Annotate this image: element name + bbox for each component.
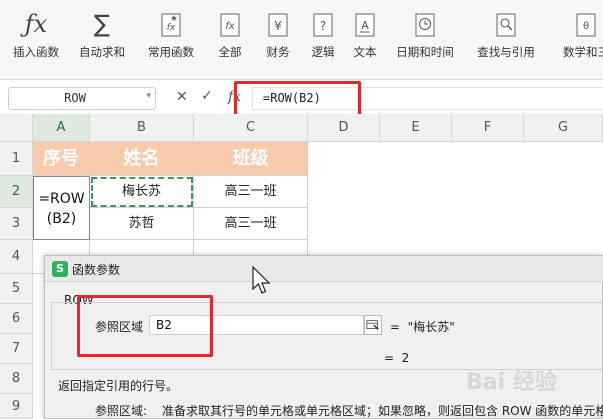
param-description: 准备求取其行号的单元格或单元格区域；如果忽略，则返回包含 ROW 函数的单元格 (162, 404, 603, 418)
ribbon-label: 数学和三 (563, 45, 603, 59)
header-cell-class[interactable]: 班级 (194, 142, 308, 176)
mouse-cursor-icon (252, 266, 271, 294)
text-functions-button[interactable]: A 文本 (342, 6, 388, 76)
date-time-button[interactable]: 日期和时间 (390, 6, 460, 76)
row-header-1[interactable]: 1 (0, 142, 33, 176)
row-header-9[interactable]: 9 (0, 394, 33, 419)
row-header-3[interactable]: 3 (0, 208, 33, 240)
fx-book-icon: fx (220, 13, 240, 37)
svg-text:?: ? (320, 19, 326, 33)
column-header-f[interactable]: F (452, 114, 524, 142)
header-cell-name[interactable]: 姓名 (90, 142, 194, 176)
param-desc-label: 参照区域: (95, 404, 148, 418)
fx-icon: ƒx (24, 10, 48, 38)
chevron-down-icon[interactable]: ▾ (146, 91, 151, 101)
svg-text:A: A (361, 19, 369, 32)
column-header-c[interactable]: C (194, 114, 308, 142)
autosum-button[interactable]: ∑ 自动求和 (70, 6, 134, 76)
svg-text:θ: θ (583, 21, 589, 32)
svg-text:¥: ¥ (274, 19, 282, 33)
row-header-5[interactable]: 5 (0, 274, 33, 304)
spreadsheet-window: ƒx 插入函数 ∑ 自动求和 fx 常用函数 fx 全部 ¥ 财务 ? 逻辑 A… (0, 0, 603, 419)
search-ref-icon (496, 13, 516, 37)
ribbon-label: 全部 (218, 45, 242, 59)
range-picker-button[interactable] (364, 315, 382, 335)
name-box-value: ROW (64, 91, 86, 105)
row-header-7[interactable]: 7 (0, 334, 33, 364)
cell-c2[interactable]: 高三一班 (194, 176, 308, 208)
lookup-reference-button[interactable]: 查找与引用 (470, 6, 542, 76)
clock-icon (415, 13, 435, 37)
row-header-2[interactable]: 2 (0, 176, 33, 208)
ribbon-label: 财务 (266, 45, 290, 59)
currency-icon: ¥ (268, 13, 288, 37)
cancel-icon[interactable]: ✕ (176, 89, 188, 105)
insert-function-button[interactable]: ƒx 插入函数 (8, 6, 64, 76)
logical-button[interactable]: ? 逻辑 (300, 6, 346, 76)
math-trig-button[interactable]: θ 数学和三 (552, 6, 603, 76)
name-box[interactable]: ROW ▾ (8, 87, 156, 110)
confirm-check-icon[interactable]: ✓ (201, 88, 213, 104)
reference-marquee (91, 177, 193, 207)
function-description: 返回指定引用的行号。 (58, 379, 179, 393)
active-cell-a2[interactable]: =ROW (B2) (33, 176, 90, 240)
watermark: Bai 经验 (466, 370, 557, 395)
ribbon-label: 自动求和 (79, 45, 125, 59)
param-result: = "梅长苏" (390, 320, 455, 334)
dialog-titlebar[interactable]: S 函数参数 (45, 256, 603, 282)
app-logo-icon: S (52, 261, 68, 277)
cell-c3[interactable]: 高三一班 (194, 208, 308, 240)
ribbon-label: 文本 (353, 45, 377, 59)
sigma-icon: ∑ (93, 10, 111, 38)
column-header-g[interactable]: G (524, 114, 603, 142)
cell-formula-line2: (B2) (46, 211, 77, 227)
column-header-b[interactable]: B (90, 114, 194, 142)
cell-formula-line1: =ROW (38, 191, 85, 207)
column-header-e[interactable]: E (380, 114, 452, 142)
range-select-icon (366, 320, 379, 330)
svg-text:fx: fx (167, 23, 176, 33)
ribbon-label: 插入函数 (13, 45, 59, 59)
ribbon-label: 查找与引用 (477, 45, 535, 59)
row-header-8[interactable]: 8 (0, 364, 33, 394)
ribbon-label: 日期和时间 (396, 45, 454, 59)
math-icon: θ (576, 13, 596, 37)
dialog-title: 函数参数 (72, 263, 121, 277)
header-cell-seq[interactable]: 序号 (33, 142, 90, 176)
text-a-icon: A (355, 13, 375, 37)
select-all-corner[interactable] (0, 114, 33, 142)
question-icon: ? (313, 13, 333, 37)
star-fx-icon: fx (161, 13, 181, 37)
row-header-4[interactable]: 4 (0, 240, 33, 274)
common-functions-button[interactable]: fx 常用函数 (140, 6, 202, 76)
row-header-6[interactable]: 6 (0, 304, 33, 334)
highlight-box-param (77, 295, 213, 357)
ribbon-label: 逻辑 (311, 45, 335, 59)
all-functions-button[interactable]: fx 全部 (208, 6, 252, 76)
column-header-d[interactable]: D (308, 114, 380, 142)
financial-button[interactable]: ¥ 财务 (254, 6, 302, 76)
cell-b3[interactable]: 苏哲 (90, 208, 194, 240)
ribbon-label: 常用函数 (148, 45, 194, 59)
column-header-a[interactable]: A (33, 114, 90, 142)
svg-text:fx: fx (225, 21, 235, 32)
formula-ribbon: ƒx 插入函数 ∑ 自动求和 fx 常用函数 fx 全部 ¥ 财务 ? 逻辑 A… (0, 0, 603, 80)
formula-result: = 2 (384, 351, 410, 365)
